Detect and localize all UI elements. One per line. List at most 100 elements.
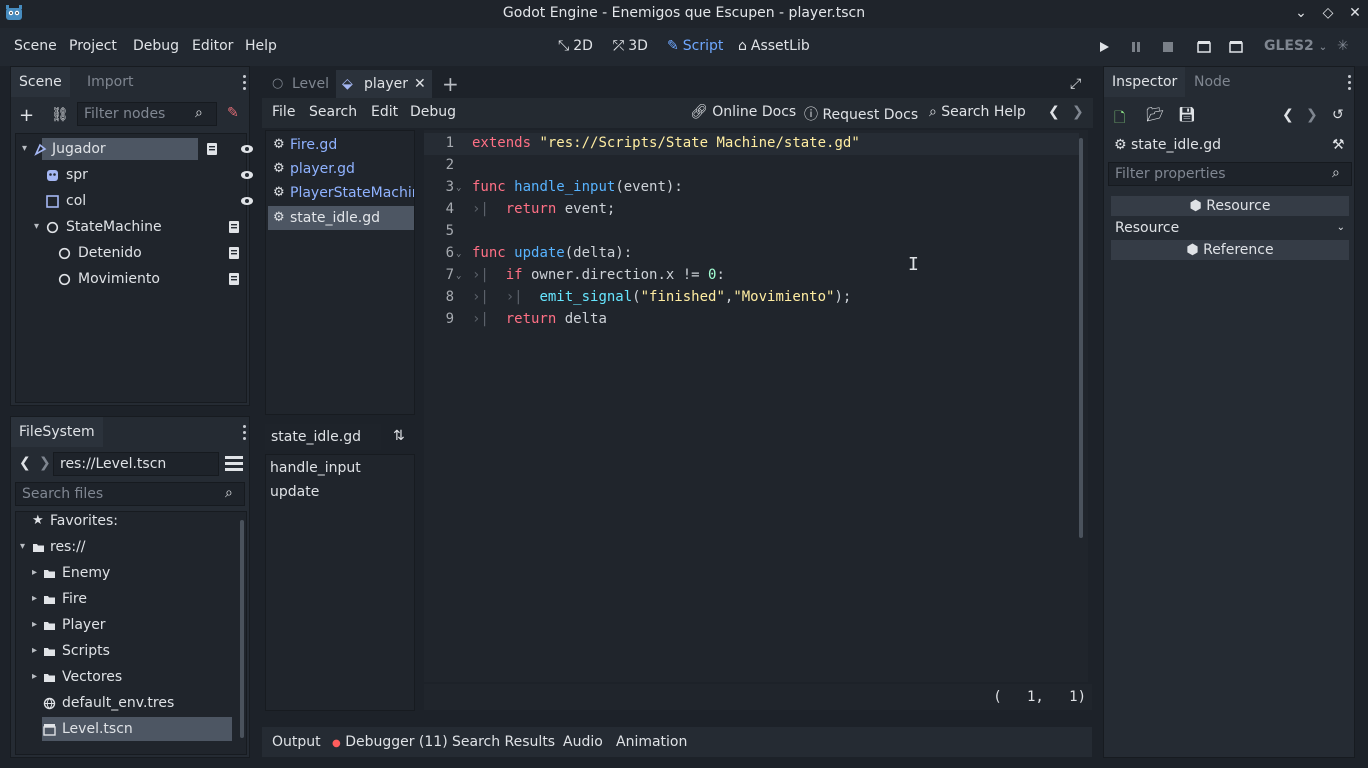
filesystem-path-field[interactable]: res://Level.tscn <box>53 452 219 476</box>
filesystem-scrollbar[interactable] <box>240 520 244 738</box>
code-scrollbar[interactable] <box>1079 138 1083 538</box>
scene-node-jugador[interactable]: ▾ Jugador <box>16 136 254 162</box>
scene-node-spr[interactable]: spr <box>16 162 254 188</box>
online-docs-button[interactable]: 🔗︎ Online Docs <box>690 104 796 120</box>
script-icon[interactable] <box>228 272 240 286</box>
visibility-eye-icon[interactable] <box>240 195 254 207</box>
script-item-player[interactable]: ⚙ player.gd <box>268 157 414 181</box>
chevron-right-icon[interactable]: ▸ <box>32 664 42 690</box>
fold-arrow-icon[interactable]: ⌄ <box>456 249 461 259</box>
visibility-eye-icon[interactable] <box>240 143 254 155</box>
attach-script-icon[interactable]: ✎ <box>227 105 239 121</box>
chevron-right-icon[interactable]: ▸ <box>32 612 42 638</box>
distraction-free-icon[interactable]: ⤢ <box>1070 70 1081 98</box>
scene-node-statemachine[interactable]: ▾ StateMachine <box>16 214 252 240</box>
tab-audio[interactable]: Audio <box>563 734 603 750</box>
menu-scene[interactable]: Scene <box>14 38 57 54</box>
script-icon[interactable] <box>228 246 240 260</box>
history-forward-icon[interactable]: ❯ <box>1306 107 1318 123</box>
pause-icon[interactable] <box>1129 40 1143 54</box>
fs-item-res-root[interactable]: ▾ res:// <box>16 534 246 560</box>
play-custom-scene-icon[interactable] <box>1229 40 1243 54</box>
filesystem-dock-menu-icon[interactable] <box>243 425 247 441</box>
script-icon[interactable] <box>228 220 240 234</box>
menu-help[interactable]: Help <box>245 38 277 54</box>
script-item-playerstatemachine[interactable]: ⚙ PlayerStateMachine <box>268 181 414 205</box>
resource-section-header[interactable]: ⬢ Resource <box>1111 196 1349 216</box>
scene-tab-level[interactable]: ○ Level <box>266 70 334 98</box>
inspector-menu-icon[interactable] <box>1348 75 1352 91</box>
chevron-down-icon[interactable]: ▾ <box>34 214 44 240</box>
fs-item-fire[interactable]: ▸ Fire <box>16 586 246 612</box>
renderer-select[interactable]: GLES2 ⌄ <box>1264 38 1327 54</box>
request-docs-button[interactable]: ⓘ Request Docs <box>804 104 918 124</box>
tab-output[interactable]: Output <box>272 734 321 750</box>
fs-item-enemy[interactable]: ▸ Enemy <box>16 560 246 586</box>
save-icon[interactable]: 💾︎ <box>1178 107 1196 123</box>
add-node-icon[interactable]: + <box>19 105 34 126</box>
resource-property-row[interactable]: Resource ⌄ <box>1111 218 1349 238</box>
toggle-split-mode-icon[interactable] <box>225 456 243 472</box>
stop-icon[interactable] <box>1161 40 1175 54</box>
chevron-right-icon[interactable]: ▸ <box>32 586 42 612</box>
fold-arrow-icon[interactable]: ⌄ <box>456 271 461 281</box>
scene-tab-player[interactable]: ⬙ player ✕ <box>336 70 432 98</box>
tab-debugger[interactable]: ● Debugger (11) <box>332 734 448 750</box>
forward-arrow-icon[interactable]: ❯ <box>39 455 51 471</box>
fs-item-favorites[interactable]: ★ Favorites: <box>16 512 246 534</box>
minimize-window-icon[interactable]: ⌄ <box>1292 4 1310 22</box>
menu-editor[interactable]: Editor <box>192 38 233 54</box>
tab-search-results[interactable]: Search Results <box>452 734 555 750</box>
script-menu-file[interactable]: File <box>272 104 295 120</box>
chevron-down-icon[interactable]: ▾ <box>20 534 30 560</box>
script-menu-search[interactable]: Search <box>309 104 357 120</box>
workspace-assetlib-button[interactable]: ⌂ AssetLib <box>738 38 810 54</box>
tab-import[interactable]: Import <box>79 67 141 97</box>
scene-node-movimiento[interactable]: Movimiento <box>16 266 252 292</box>
back-arrow-icon[interactable]: ❮ <box>19 455 31 471</box>
maximize-window-icon[interactable]: ◇ <box>1319 4 1337 22</box>
play-scene-icon[interactable] <box>1197 40 1211 54</box>
chevron-right-icon[interactable]: ▸ <box>32 560 42 586</box>
tab-node[interactable]: Node <box>1186 67 1239 97</box>
fs-item-scripts[interactable]: ▸ Scripts <box>16 638 246 664</box>
workspace-2d-button[interactable]: ⤡ 2D <box>558 38 593 54</box>
search-files-input[interactable]: Search files <box>15 482 245 506</box>
tab-scene[interactable]: Scene <box>11 67 70 97</box>
fs-item-level-tscn[interactable]: Level.tscn <box>16 716 246 742</box>
script-forward-arrow-icon[interactable]: ❯ <box>1072 104 1084 120</box>
reference-section-header[interactable]: ⬢ Reference <box>1111 240 1349 260</box>
workspace-3d-button[interactable]: ⤱ 3D <box>613 38 648 54</box>
filter-properties-input[interactable]: Filter properties <box>1108 162 1352 186</box>
open-folder-icon[interactable]: 📂︎ <box>1146 107 1164 123</box>
code-editor[interactable]: 1 2 3 4 5 6 7 8 9 ⌄ ⌄ ⌄ extends "res://S… <box>424 130 1088 682</box>
history-icon[interactable]: ↺ <box>1332 107 1344 123</box>
chevron-down-icon[interactable]: ▾ <box>22 136 32 162</box>
create-resource-icon[interactable]: 🗋︎ <box>1114 107 1125 131</box>
close-tab-icon[interactable]: ✕ <box>414 70 426 98</box>
script-back-arrow-icon[interactable]: ❮ <box>1048 104 1060 120</box>
history-back-icon[interactable]: ❮ <box>1282 107 1294 123</box>
script-menu-edit[interactable]: Edit <box>371 104 398 120</box>
instance-scene-icon[interactable]: ⛓ <box>51 107 69 123</box>
tab-inspector[interactable]: Inspector <box>1104 67 1186 97</box>
fs-item-default-env[interactable]: default_env.tres <box>16 690 246 716</box>
object-properties-icon[interactable]: ⚒ <box>1332 137 1345 153</box>
menu-debug[interactable]: Debug <box>133 38 179 54</box>
script-item-state-idle[interactable]: ⚙ state_idle.gd <box>268 206 414 230</box>
search-help-button[interactable]: ⌕ Search Help <box>929 104 1026 120</box>
workspace-script-button[interactable]: ✎ Script <box>667 38 723 54</box>
method-item-update[interactable]: update <box>270 484 319 500</box>
play-icon[interactable] <box>1097 40 1111 54</box>
chevron-right-icon[interactable]: ▸ <box>32 638 42 664</box>
sort-icon[interactable]: ⇅ <box>393 428 405 444</box>
menu-project[interactable]: Project <box>69 38 117 54</box>
script-icon[interactable] <box>206 142 218 156</box>
method-item-handle-input[interactable]: handle_input <box>270 460 361 476</box>
visibility-eye-icon[interactable] <box>240 169 254 181</box>
script-item-fire[interactable]: ⚙ Fire.gd <box>268 133 414 157</box>
tab-animation[interactable]: Animation <box>616 734 687 750</box>
fold-arrow-icon[interactable]: ⌄ <box>456 183 461 193</box>
add-tab-icon[interactable]: + <box>442 70 459 98</box>
fs-item-vectores[interactable]: ▸ Vectores <box>16 664 246 690</box>
